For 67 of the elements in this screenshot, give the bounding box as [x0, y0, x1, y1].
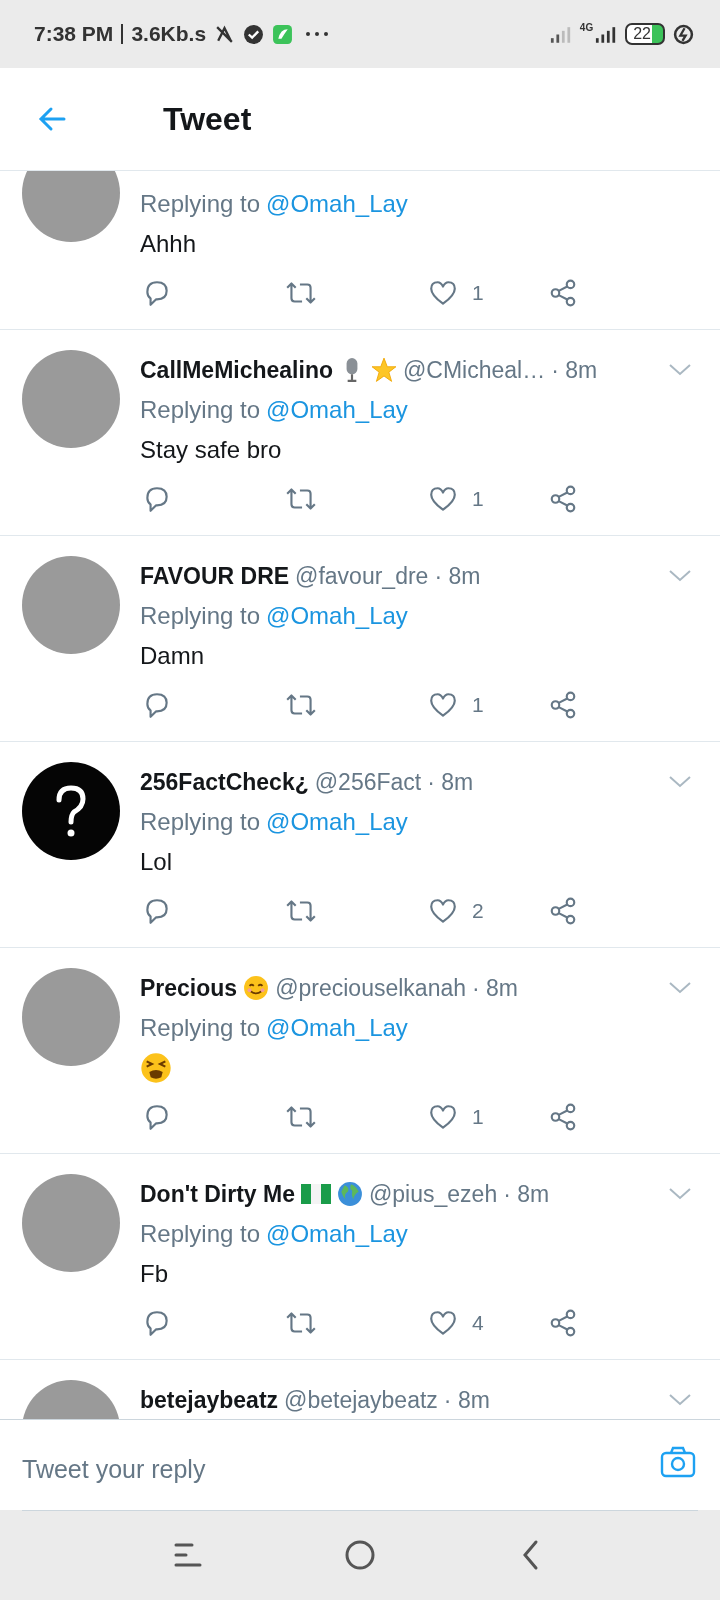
replying-label: Replying to — [140, 1014, 261, 1042]
user-handle: @256Fact — [314, 768, 422, 796]
replying-label: Replying to — [140, 190, 261, 218]
like-count: 1 — [472, 487, 484, 511]
signal-icon — [595, 24, 618, 44]
tweet-time: · 8m — [551, 356, 598, 384]
signal-icon — [549, 24, 572, 44]
tweet-text: Stay safe bro — [140, 436, 282, 464]
tweet-time: · 8m — [472, 974, 518, 1002]
home-circle-icon[interactable] — [344, 1539, 376, 1571]
user-handle: @CMicheal… — [403, 356, 546, 384]
tweet-text: Damn — [140, 642, 205, 670]
share-icon[interactable] — [548, 1308, 578, 1338]
user-handle: @pius_ezeh — [369, 1180, 498, 1208]
tired-face-icon — [140, 1052, 172, 1084]
user-name[interactable]: betejaybeatz — [140, 1386, 279, 1414]
tweet-text: Fb — [140, 1260, 168, 1288]
app-icon — [272, 23, 294, 45]
heart-icon[interactable] — [428, 690, 458, 720]
like-count: 1 — [472, 1105, 484, 1129]
replying-label: Replying to — [140, 808, 261, 836]
replying-label: Replying to — [140, 602, 261, 630]
like-count: 1 — [472, 281, 484, 305]
tweet-time: · 8m — [427, 768, 474, 796]
share-icon[interactable] — [548, 278, 578, 308]
check-circle-icon — [243, 23, 265, 45]
battery-level: 22 — [625, 23, 665, 45]
user-name[interactable]: FAVOUR DRE — [140, 562, 290, 590]
user-name[interactable]: CallMeMichealino — [140, 356, 333, 384]
heart-icon[interactable] — [428, 484, 458, 514]
smiley-icon — [243, 975, 270, 1001]
share-icon[interactable] — [548, 1102, 578, 1132]
tweet-text: Ahhh — [140, 230, 197, 258]
like-count: 4 — [472, 1311, 484, 1335]
camera-icon[interactable] — [660, 1446, 696, 1478]
user-handle: @favour_dre — [295, 562, 429, 590]
status-time: 7:38 PM — [34, 22, 114, 46]
heart-icon[interactable] — [428, 1308, 458, 1338]
heart-icon[interactable] — [428, 1102, 458, 1132]
tweet-time: · 8m — [503, 1180, 550, 1208]
question-mark-avatar[interactable] — [22, 762, 120, 860]
more-dots-icon — [305, 31, 330, 37]
user-name[interactable]: 256FactCheck¿ — [140, 768, 309, 796]
user-name[interactable]: Don't Dirty Me — [140, 1180, 295, 1208]
network-type: 4G — [579, 22, 594, 33]
share-icon[interactable] — [548, 690, 578, 720]
user-handle: @preciouselkanah — [275, 974, 466, 1002]
tweet-time: · 8m — [443, 1386, 490, 1414]
avatar-placeholder[interactable] — [22, 171, 120, 242]
user-name[interactable]: Precious — [140, 974, 238, 1002]
heart-icon[interactable] — [428, 278, 458, 308]
tweet-time: · 8m — [434, 562, 481, 590]
globe-icon — [337, 1181, 363, 1207]
page-title: Tweet — [163, 100, 252, 138]
tweet-text: Lol — [140, 848, 173, 876]
replying-label: Replying to — [140, 1220, 261, 1248]
replying-label: Replying to — [140, 396, 261, 424]
like-count: 2 — [472, 899, 484, 923]
network-speed: 3.6Kb.s — [131, 22, 207, 46]
flag-icon — [301, 1183, 331, 1205]
share-icon[interactable] — [548, 484, 578, 514]
heart-icon[interactable] — [428, 896, 458, 926]
power-icon — [673, 23, 694, 45]
star-icon — [371, 357, 397, 383]
share-icon[interactable] — [548, 896, 578, 926]
user-handle: @betejaybeatz — [284, 1386, 438, 1414]
like-count: 1 — [472, 693, 484, 717]
